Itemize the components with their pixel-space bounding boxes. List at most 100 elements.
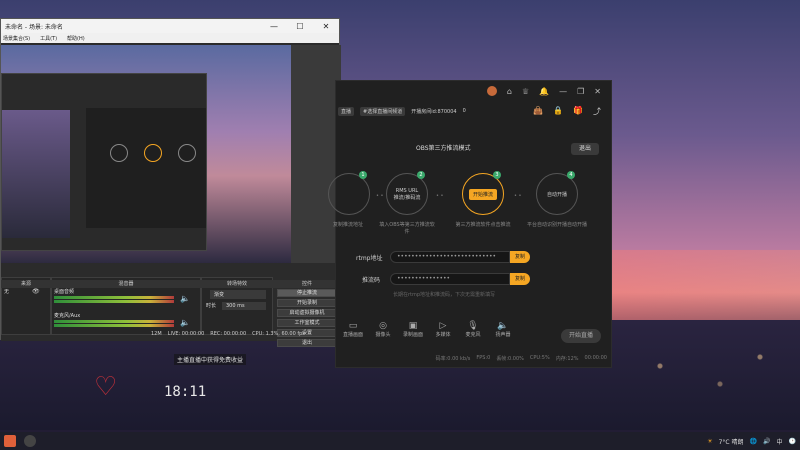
virtual-camera-button[interactable]: 启动虚拟摄像机 <box>277 309 337 317</box>
maximize-button[interactable]: ☐ <box>287 22 313 31</box>
start-stream-pill: 开始推流 <box>468 188 497 200</box>
step-number: 2 <box>417 171 425 179</box>
exit-mode-button[interactable]: 退出 <box>571 143 599 155</box>
speaker-item[interactable]: 🔈 扬声器 <box>490 321 516 349</box>
desktop-notice[interactable]: 主播直播中获得免费收益 <box>174 354 247 365</box>
mic-audio-label: 麦克风/Aux <box>54 313 81 319</box>
transition-select[interactable]: 渐变 <box>210 290 266 299</box>
scene-item[interactable]: ▭ 直播画面 <box>340 321 366 349</box>
status-item: CPU:5% <box>529 355 550 361</box>
speaker-icon[interactable]: 🔈 <box>180 294 190 303</box>
close-icon[interactable]: ✕ <box>594 87 601 96</box>
obs-menubar: 场景集合(S) 工具(T) 帮助(H) <box>1 33 339 43</box>
wallpaper-lights <box>600 330 800 420</box>
system-tray: ☀ 7°C 晴朗 🌐 🔊 中 🕑 <box>707 437 796 446</box>
tool-subbar: 直播 #选择直播间频道 开播房间id:870004 0 👜 🔒 🎁 ⤴ <box>336 101 611 121</box>
minimize-button[interactable]: — <box>261 22 287 31</box>
status-item: 码率:0.00 kb/s <box>435 356 471 362</box>
source-item[interactable]: 无 <box>4 288 9 295</box>
step-sub: 推流/推码流 <box>393 194 421 201</box>
nested-step-icon <box>110 144 128 162</box>
menu-tools[interactable]: 工具(T) <box>40 35 57 42</box>
menu-help[interactable]: 帮助(H) <box>67 35 85 42</box>
volume-icon[interactable]: 🔊 <box>763 438 770 445</box>
copy-rtmp-button[interactable]: 复制 <box>510 251 530 263</box>
step-number: 4 <box>567 171 575 179</box>
status-kb: 12M <box>151 331 162 337</box>
step-4: 4 自动开播 <box>536 171 578 215</box>
start-live-button[interactable]: 开始直播 <box>561 329 601 343</box>
status-item: FPS:0 <box>476 355 491 361</box>
status-item: 内存:12% <box>555 356 579 362</box>
mode-title: OBS第三方推流模式 <box>416 145 471 152</box>
item-label: 摄像头 <box>375 332 391 338</box>
crown-icon[interactable]: ♕ <box>522 87 529 96</box>
gift-icon[interactable]: 🎁 <box>573 106 583 117</box>
minimize-icon[interactable]: — <box>559 87 567 96</box>
item-label: 麦克风 <box>465 332 481 338</box>
follow-count: 0 <box>462 108 466 114</box>
desktop-audio-label: 桌面音频 <box>54 289 75 295</box>
eye-icon[interactable]: 👁 <box>32 288 40 295</box>
room-id-text: 开播房间id:870004 <box>411 108 457 115</box>
network-icon[interactable]: 🌐 <box>750 438 757 445</box>
stop-stream-button[interactable]: 停止推流 <box>277 289 337 297</box>
menu-scene-collection[interactable]: 场景集合(S) <box>3 35 30 42</box>
screen-icon: ▭ <box>348 321 358 331</box>
studio-mode-button[interactable]: 工作室模式 <box>277 319 337 327</box>
weather-icon[interactable]: ☀ <box>707 438 712 445</box>
clock-icon[interactable]: 🕑 <box>789 438 796 445</box>
obs-preview-side <box>291 45 341 263</box>
media-item[interactable]: ▷ 多媒体 <box>430 321 456 349</box>
rtmp-field[interactable]: •••••••••••••••••••••••••••• <box>390 251 510 263</box>
duration-input[interactable]: 300 ms <box>222 302 266 310</box>
step-caption: 平台自动识别开播自动开播 <box>527 222 588 228</box>
tool-statusbar: 码率:0.00 kb/s FPS:0 丢帧:0.00% CPU:5% 内存:12… <box>336 355 613 365</box>
status-rec: REC: 00:00:00 <box>210 331 247 337</box>
record-item[interactable]: ▣ 录制画面 <box>400 321 426 349</box>
step-caption: 复制推流地址 <box>332 222 363 228</box>
nested-step-icon <box>178 144 196 162</box>
step-number: 1 <box>359 171 367 179</box>
step-3: 3 开始推流 <box>462 171 504 215</box>
mic-item[interactable]: 🎙 麦克风 <box>460 321 486 349</box>
bag-icon[interactable]: 👜 <box>533 106 543 117</box>
transitions-header: 转场特效 <box>201 280 273 288</box>
live-tag[interactable]: 直播 <box>338 106 355 116</box>
obs-titlebar: 未命名 - 场景: 未命名 — ☐ ✕ <box>1 19 339 33</box>
channel-tag[interactable]: #选择直播间频道 <box>360 106 406 116</box>
step-connector: • • <box>514 193 522 199</box>
stream-tool-window: ⌂ ♕ 🔔 — ❐ ✕ 直播 #选择直播间频道 开播房间id:870004 0 … <box>328 80 613 368</box>
speaker-icon: 🔈 <box>497 321 509 331</box>
mic-audio-meter <box>54 320 174 323</box>
copy-key-button[interactable]: 复制 <box>510 273 530 285</box>
heart-icon: ♡ <box>94 372 118 402</box>
record-icon: ▣ <box>408 321 418 331</box>
lock-icon[interactable]: 🔒 <box>553 106 563 117</box>
desktop-audio-meter <box>54 300 174 303</box>
obs-preview[interactable] <box>1 45 291 263</box>
avatar[interactable] <box>486 86 497 96</box>
microphone-icon: 🎙 <box>467 321 479 331</box>
start-record-button[interactable]: 开始录制 <box>277 299 337 307</box>
nested-obs-preview <box>1 73 207 251</box>
step-number: 3 <box>493 171 501 179</box>
status-item: 00:00:00 <box>584 355 607 361</box>
close-button[interactable]: ✕ <box>313 22 339 31</box>
share-icon[interactable]: ⤴ <box>593 106 601 117</box>
restore-icon[interactable]: ❐ <box>577 87 584 96</box>
mixer-header: 混音器 <box>51 280 201 288</box>
camera-icon: ◎ <box>379 321 387 331</box>
step-connector: • • <box>376 193 384 199</box>
ime-indicator[interactable]: 中 <box>777 437 783 446</box>
obs-taskbar-icon[interactable] <box>24 435 36 447</box>
exit-button[interactable]: 退出 <box>277 339 337 347</box>
camera-item[interactable]: ◎ 摄像头 <box>370 321 396 349</box>
stream-key-field[interactable]: ••••••••••••••• <box>390 273 510 285</box>
speaker-icon[interactable]: 🔈 <box>180 318 190 327</box>
shirt-icon[interactable]: ⌂ <box>507 87 512 96</box>
weather-text[interactable]: 7°C 晴朗 <box>719 437 744 446</box>
app-icon[interactable] <box>4 435 16 447</box>
obs-title: 未命名 - 场景: 未命名 <box>5 23 63 31</box>
bell-icon[interactable]: 🔔 <box>539 87 549 96</box>
